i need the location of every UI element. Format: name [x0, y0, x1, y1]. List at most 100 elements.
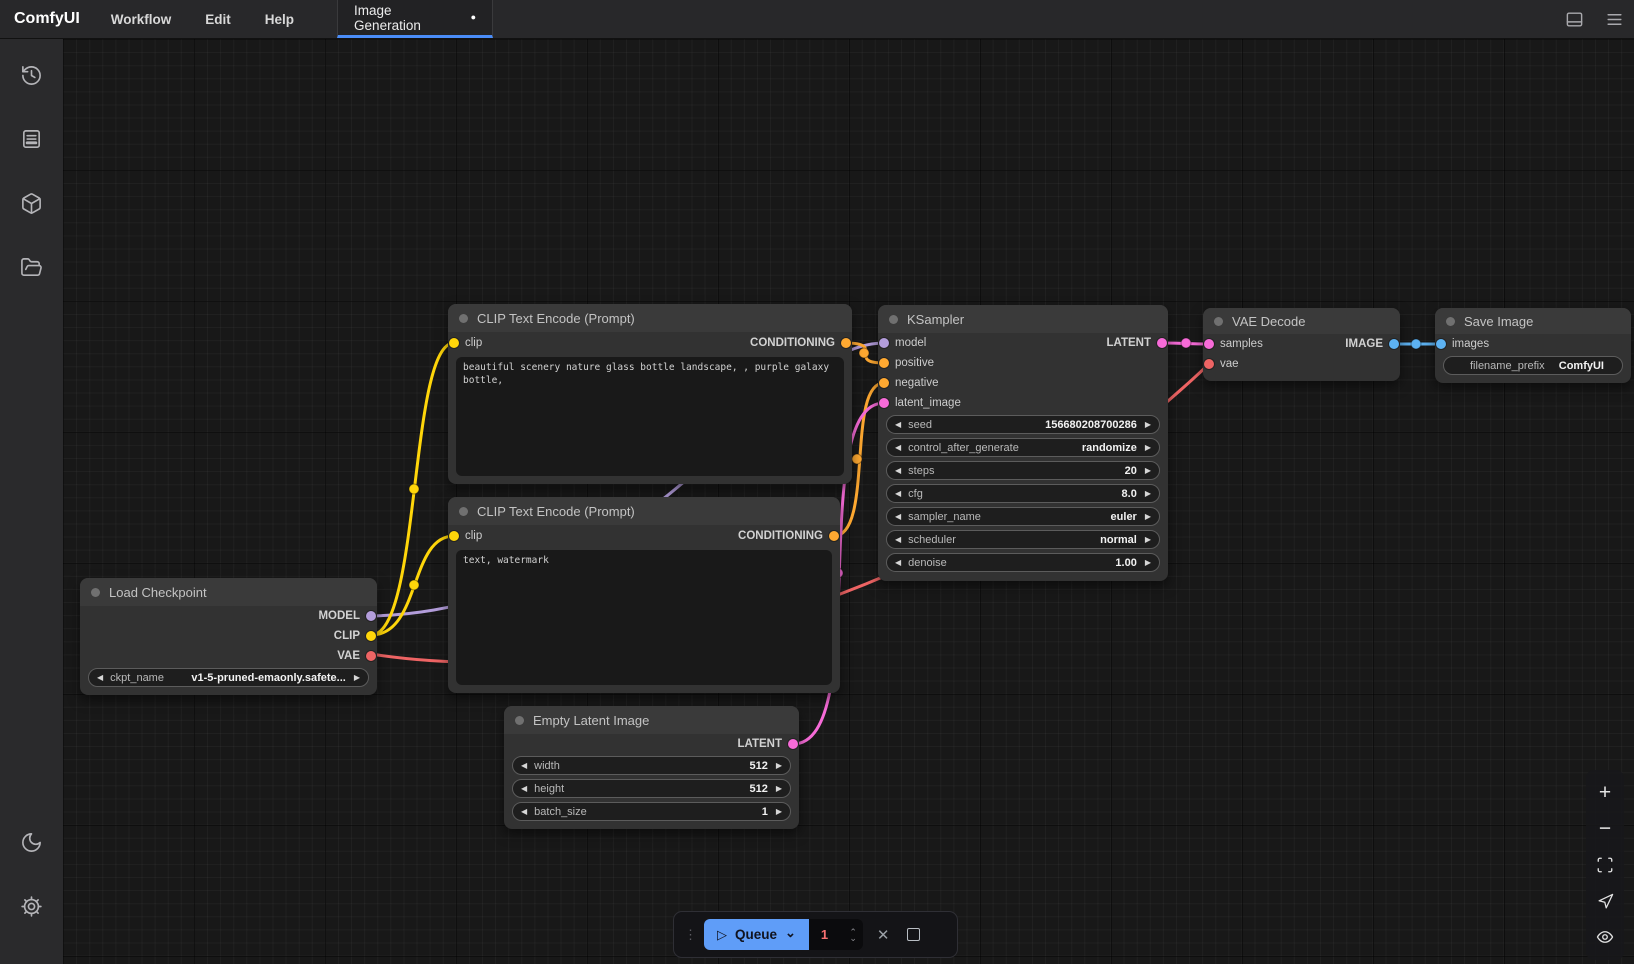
zoom-out-button[interactable]: −	[1588, 811, 1622, 847]
clear-queue-button[interactable]: ✕	[877, 926, 890, 944]
prompt-textarea[interactable]: text, watermark	[456, 550, 832, 685]
menu-help[interactable]: Help	[248, 0, 311, 38]
sidebar-item-model-library[interactable]	[10, 181, 54, 225]
node-title-bar[interactable]: Load Checkpoint	[80, 578, 377, 606]
node-ksampler[interactable]: KSampler model LATENT positive negative …	[878, 305, 1168, 581]
spinner-down-icon[interactable]: ⌄	[849, 935, 857, 941]
collapse-dot[interactable]	[515, 716, 524, 725]
select-mode-button[interactable]	[1588, 883, 1622, 919]
widget-sampler-name[interactable]: ◀ sampler_name euler ▶	[886, 507, 1160, 526]
node-title-bar[interactable]: Save Image	[1435, 308, 1631, 334]
port-vae-input[interactable]	[1204, 359, 1214, 369]
node-title-bar[interactable]: Empty Latent Image	[504, 706, 799, 734]
widget-scheduler[interactable]: ◀ scheduler normal ▶	[886, 530, 1160, 549]
port-conditioning-output[interactable]	[841, 338, 851, 348]
port-vae[interactable]	[366, 651, 376, 661]
queue-button[interactable]: ▷ Queue ⌄	[704, 919, 809, 950]
prompt-textarea[interactable]: beautiful scenery nature glass bottle la…	[456, 357, 844, 476]
increment-arrow-icon[interactable]: ▶	[1145, 444, 1151, 452]
node-title-bar[interactable]: CLIP Text Encode (Prompt)	[448, 497, 840, 525]
bottom-panel-toggle-button[interactable]	[1554, 0, 1594, 38]
port-model[interactable]	[366, 611, 376, 621]
decrement-arrow-icon[interactable]: ◀	[521, 762, 527, 770]
port-clip-input[interactable]	[449, 531, 459, 541]
port-negative-input[interactable]	[879, 378, 889, 388]
decrement-arrow-icon[interactable]: ◀	[521, 808, 527, 816]
node-title-bar[interactable]: CLIP Text Encode (Prompt)	[448, 304, 852, 332]
decrement-arrow-icon[interactable]: ◀	[895, 467, 901, 475]
increment-arrow-icon[interactable]: ▶	[1145, 421, 1151, 429]
port-clip[interactable]	[366, 631, 376, 641]
toggle-link-visibility-button[interactable]	[1588, 919, 1622, 955]
theme-toggle-button[interactable]	[10, 820, 54, 864]
widget-filename-prefix[interactable]: filename_prefix ComfyUI	[1443, 356, 1623, 375]
app-logo[interactable]: ComfyUI	[0, 0, 94, 38]
drag-handle[interactable]: ⋮	[684, 927, 696, 943]
widget-seed[interactable]: ◀ seed 156680208700286 ▶	[886, 415, 1160, 434]
menu-workflow[interactable]: Workflow	[94, 0, 189, 38]
node-canvas[interactable]	[63, 39, 1634, 964]
increment-arrow-icon[interactable]: ▶	[354, 674, 360, 682]
collapse-dot[interactable]	[91, 588, 100, 597]
decrement-arrow-icon[interactable]: ◀	[895, 444, 901, 452]
collapse-dot[interactable]	[459, 507, 468, 516]
widget-batch-size[interactable]: ◀ batch_size 1 ▶	[512, 802, 791, 821]
decrement-arrow-icon[interactable]: ◀	[895, 536, 901, 544]
collapse-dot[interactable]	[1214, 317, 1223, 326]
widget-steps[interactable]: ◀ steps 20 ▶	[886, 461, 1160, 480]
port-latent-image-input[interactable]	[879, 398, 889, 408]
port-images-input[interactable]	[1436, 339, 1446, 349]
increment-arrow-icon[interactable]: ▶	[1145, 490, 1151, 498]
menu-edit[interactable]: Edit	[188, 0, 248, 38]
node-empty-latent-image[interactable]: Empty Latent Image LATENT ◀ width 512 ▶ …	[504, 706, 799, 829]
decrement-arrow-icon[interactable]: ◀	[895, 559, 901, 567]
port-latent-output[interactable]	[1157, 338, 1167, 348]
increment-arrow-icon[interactable]: ▶	[776, 762, 782, 770]
decrement-arrow-icon[interactable]: ◀	[895, 490, 901, 498]
node-title-bar[interactable]: VAE Decode	[1203, 308, 1400, 334]
decrement-arrow-icon[interactable]: ◀	[521, 785, 527, 793]
fit-view-button[interactable]	[1588, 847, 1622, 883]
sidebar-item-workflows[interactable]	[10, 245, 54, 289]
node-clip-text-encode-negative[interactable]: CLIP Text Encode (Prompt) clip CONDITION…	[448, 497, 840, 693]
node-load-checkpoint[interactable]: Load Checkpoint MODEL CLIP VAE ◀ ckpt_na…	[80, 578, 377, 695]
settings-button[interactable]	[10, 884, 54, 928]
port-positive-input[interactable]	[879, 358, 889, 368]
main-menu-button[interactable]	[1594, 0, 1634, 38]
node-title-bar[interactable]: KSampler	[878, 305, 1168, 333]
stop-button[interactable]	[907, 928, 920, 941]
widget-ckpt-name[interactable]: ◀ ckpt_name v1-5-pruned-emaonly.safete..…	[88, 668, 369, 687]
increment-arrow-icon[interactable]: ▶	[1145, 467, 1151, 475]
port-samples-input[interactable]	[1204, 339, 1214, 349]
port-latent-output[interactable]	[788, 739, 798, 749]
batch-count-input[interactable]: 1 ⌃ ⌄	[809, 919, 863, 950]
port-image-output[interactable]	[1389, 339, 1399, 349]
port-conditioning-output[interactable]	[829, 531, 839, 541]
increment-arrow-icon[interactable]: ▶	[776, 785, 782, 793]
node-save-image[interactable]: Save Image images filename_prefix ComfyU…	[1435, 308, 1631, 383]
sidebar-item-node-library[interactable]	[10, 117, 54, 161]
decrement-arrow-icon[interactable]: ◀	[97, 674, 103, 682]
increment-arrow-icon[interactable]: ▶	[1145, 536, 1151, 544]
port-clip-input[interactable]	[449, 338, 459, 348]
sidebar-item-queue-history[interactable]	[10, 53, 54, 97]
increment-arrow-icon[interactable]: ▶	[776, 808, 782, 816]
queue-options-chevron-icon[interactable]: ⌄	[785, 925, 796, 941]
increment-arrow-icon[interactable]: ▶	[1145, 559, 1151, 567]
node-vae-decode[interactable]: VAE Decode samples IMAGE vae	[1203, 308, 1400, 381]
zoom-in-button[interactable]: +	[1588, 775, 1622, 811]
widget-cfg[interactable]: ◀ cfg 8.0 ▶	[886, 484, 1160, 503]
collapse-dot[interactable]	[889, 315, 898, 324]
collapse-dot[interactable]	[459, 314, 468, 323]
decrement-arrow-icon[interactable]: ◀	[895, 421, 901, 429]
increment-arrow-icon[interactable]: ▶	[1145, 513, 1151, 521]
collapse-dot[interactable]	[1446, 317, 1455, 326]
widget-denoise[interactable]: ◀ denoise 1.00 ▶	[886, 553, 1160, 572]
decrement-arrow-icon[interactable]: ◀	[895, 513, 901, 521]
widget-control-after-generate[interactable]: ◀ control_after_generate randomize ▶	[886, 438, 1160, 457]
widget-width[interactable]: ◀ width 512 ▶	[512, 756, 791, 775]
tab-image-generation[interactable]: Image Generation ●	[337, 0, 493, 38]
node-clip-text-encode-positive[interactable]: CLIP Text Encode (Prompt) clip CONDITION…	[448, 304, 852, 484]
widget-height[interactable]: ◀ height 512 ▶	[512, 779, 791, 798]
port-model-input[interactable]	[879, 338, 889, 348]
